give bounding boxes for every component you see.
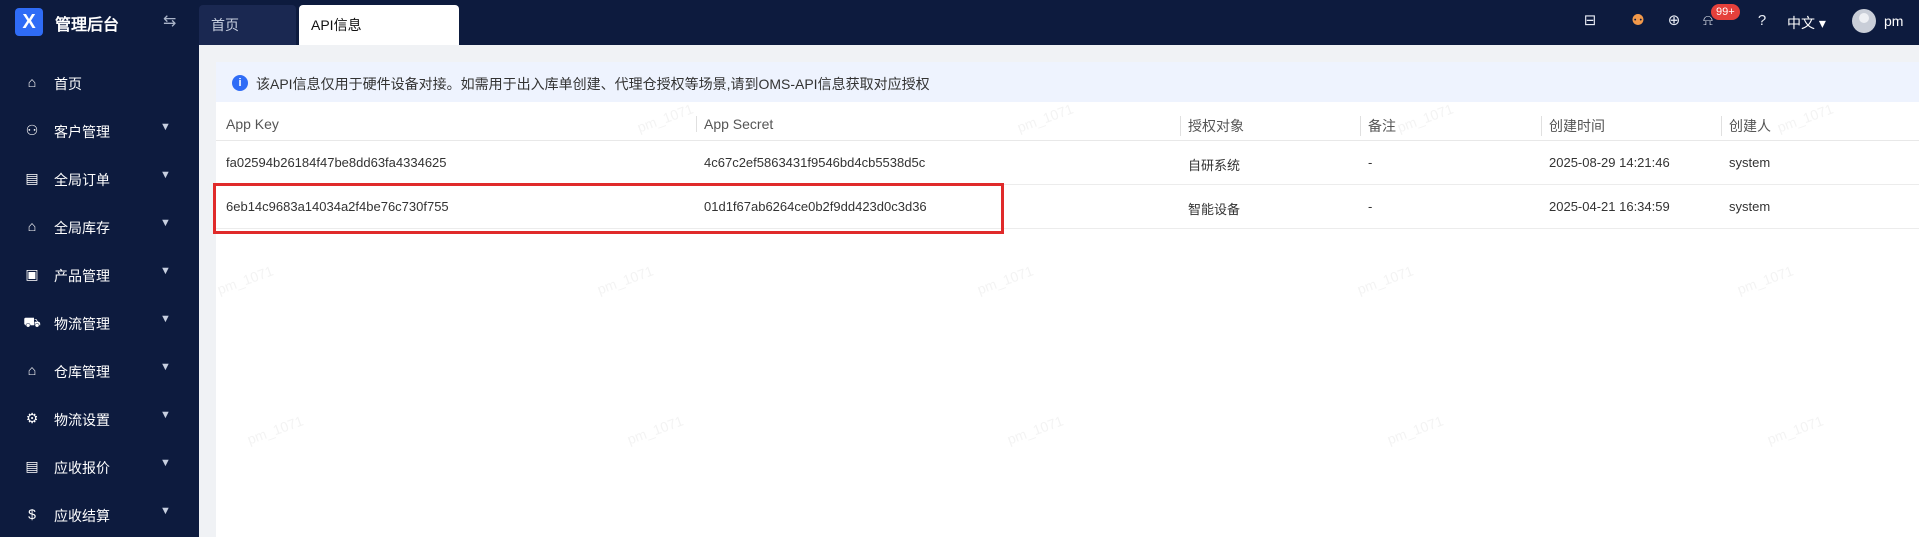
watermark: pm_1071 (1385, 412, 1446, 448)
chevron-down-icon: ▼ (160, 505, 171, 517)
logo: X (15, 8, 43, 36)
column-app-key: App Key (226, 116, 279, 132)
watermark: pm_1071 (1005, 412, 1066, 448)
username[interactable]: pm (1884, 13, 1903, 29)
sidebar-item-label: 首页 (54, 76, 82, 92)
column-created-time: 创建时间 (1541, 116, 1605, 136)
product-icon: ▣ (25, 266, 39, 282)
settings-icon: ⚙ (25, 410, 39, 426)
cell-creator: system (1729, 155, 1771, 170)
document-icon: ▤ (25, 458, 39, 474)
sidebar: ⌂ 首页 ⚇ 客户管理 ▼ ▤ 全局订单 ▼ ⌂ 全局库存 ▼ ▣ 产品管理 ▼… (0, 45, 199, 537)
notification-badge: 99+ (1711, 4, 1740, 20)
watermark: pm_1071 (625, 412, 686, 448)
watermark: pm_1071 (215, 262, 276, 298)
truck-icon: ⛟ (23, 314, 41, 330)
sidebar-item-orders[interactable]: ▤ 全局订单 ▼ (0, 155, 199, 203)
sidebar-item-customers[interactable]: ⚇ 客户管理 ▼ (0, 107, 199, 155)
tab-home[interactable]: 首页 (199, 5, 296, 45)
sidebar-item-logistics[interactable]: ⛟ 物流管理 ▼ (0, 299, 199, 347)
app-title: 管理后台 (55, 17, 120, 34)
sidebar-item-label: 应收结算 (54, 508, 110, 524)
sidebar-item-label: 全局库存 (54, 220, 110, 236)
cell-remark: - (1368, 155, 1373, 170)
sidebar-item-label: 应收报价 (54, 460, 110, 476)
sidebar-item-label: 物流管理 (54, 316, 110, 332)
dollar-icon: $ (28, 506, 36, 522)
chevron-down-icon: ▼ (160, 265, 171, 277)
sidebar-item-label: 仓库管理 (54, 364, 110, 380)
watermark: pm_1071 (1765, 412, 1826, 448)
warehouse-icon: ⌂ (27, 362, 37, 378)
column-creator: 创建人 (1721, 116, 1771, 136)
cell-created-time: 2025-04-21 16:34:59 (1549, 199, 1670, 214)
download-icon[interactable]: ⊕ (1663, 10, 1685, 32)
sidebar-item-label: 客户管理 (54, 124, 110, 140)
cell-remark: - (1368, 199, 1373, 214)
sidebar-item-inventory[interactable]: ⌂ 全局库存 ▼ (0, 203, 199, 251)
column-app-secret: App Secret (696, 116, 773, 132)
main-content: i 该API信息仅用于硬件设备对接。如需用于出入库单创建、代理仓授权等场景,请到… (215, 62, 1919, 537)
chevron-down-icon: ▼ (160, 169, 171, 181)
info-icon: i (232, 75, 248, 91)
sidebar-item-warehouse[interactable]: ⌂ 仓库管理 ▼ (0, 347, 199, 395)
column-remark: 备注 (1360, 116, 1396, 136)
inbox-icon[interactable]: ⊟ (1579, 10, 1601, 32)
sidebar-item-home[interactable]: ⌂ 首页 (0, 59, 199, 107)
watermark: pm_1071 (975, 262, 1036, 298)
sidebar-item-logistics-settings[interactable]: ⚙ 物流设置 ▼ (0, 395, 199, 443)
sidebar-item-label: 全局订单 (54, 172, 110, 188)
robot-icon[interactable]: ⚉ (1627, 10, 1649, 32)
tab-api-info[interactable]: API信息 (299, 5, 459, 45)
highlight-box (213, 183, 1004, 234)
table-row[interactable]: fa02594b26184f47be8dd63fa4334625 4c67c2e… (216, 141, 1919, 185)
notice-text: 该API信息仅用于硬件设备对接。如需用于出入库单创建、代理仓授权等场景,请到OM… (256, 76, 930, 92)
warehouse-icon: ⌂ (27, 218, 37, 234)
sidebar-item-receivable-settlement[interactable]: $ 应收结算 ▼ (0, 491, 199, 537)
info-notice: i 该API信息仅用于硬件设备对接。如需用于出入库单创建、代理仓授权等场景,请到… (216, 62, 1919, 102)
chevron-down-icon: ▼ (160, 217, 171, 229)
cell-auth-target: 自研系统 (1188, 158, 1241, 173)
avatar[interactable] (1852, 9, 1876, 33)
users-icon: ⚇ (25, 122, 39, 138)
top-bar: X 管理后台 ⇆ 首页 API信息 ⊟ ⚉ ⊕ ⍾ 99+ ? 中文 ▾ pm (0, 0, 1919, 45)
cell-auth-target: 智能设备 (1188, 202, 1241, 217)
language-label: 中文 (1787, 15, 1815, 31)
cell-created-time: 2025-08-29 14:21:46 (1549, 155, 1670, 170)
help-icon[interactable]: ? (1751, 10, 1773, 32)
sidebar-item-label: 物流设置 (54, 412, 110, 428)
chevron-down-icon: ▼ (160, 457, 171, 469)
orders-icon: ▤ (25, 170, 39, 186)
watermark: pm_1071 (1355, 262, 1416, 298)
sidebar-item-receivable-quote[interactable]: ▤ 应收报价 ▼ (0, 443, 199, 491)
column-auth-target: 授权对象 (1180, 116, 1244, 136)
collapse-sidebar-icon[interactable]: ⇆ (163, 11, 176, 31)
cell-app-secret: 4c67c2ef5863431f9546bd4cb5538d5c (704, 155, 926, 170)
chevron-down-icon: ▼ (160, 361, 171, 373)
chevron-down-icon: ▼ (160, 313, 171, 325)
caret-down-icon: ▾ (1818, 15, 1826, 31)
chevron-down-icon: ▼ (160, 121, 171, 133)
home-icon: ⌂ (27, 74, 37, 90)
watermark: pm_1071 (245, 412, 306, 448)
chevron-down-icon: ▼ (160, 409, 171, 421)
watermark: pm_1071 (1735, 262, 1796, 298)
cell-app-key: fa02594b26184f47be8dd63fa4334625 (226, 155, 447, 170)
language-selector[interactable]: 中文 ▾ (1787, 13, 1826, 33)
cell-creator: system (1729, 199, 1771, 214)
watermark: pm_1071 (595, 262, 656, 298)
sidebar-item-products[interactable]: ▣ 产品管理 ▼ (0, 251, 199, 299)
sidebar-item-label: 产品管理 (54, 268, 110, 284)
